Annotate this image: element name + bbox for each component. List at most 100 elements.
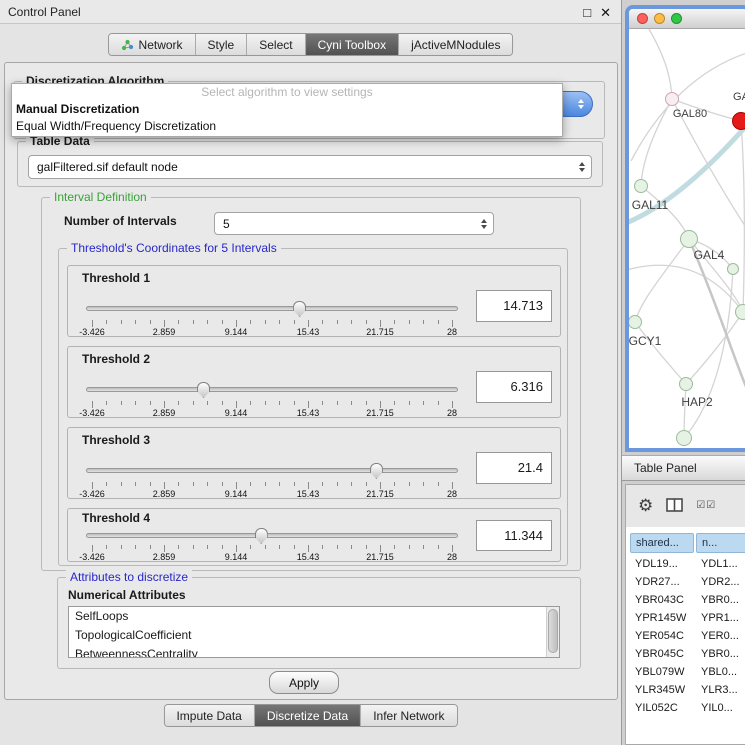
table-data-select[interactable]: galFiltered.sif default node (28, 155, 592, 179)
scale-label: 15.43 (297, 327, 320, 337)
slider-thumb[interactable] (370, 463, 383, 479)
table-row[interactable]: YBR043CYBR0... (626, 591, 745, 609)
tab-impute-data[interactable]: Impute Data (164, 705, 254, 726)
network-node[interactable] (680, 230, 698, 248)
zoom-traffic-light-icon[interactable] (671, 13, 682, 24)
tab-jactivemnodules[interactable]: jActiveMNodules (399, 34, 512, 55)
table-panel-title: Table Panel (634, 461, 697, 475)
network-node[interactable] (634, 179, 648, 193)
tab-network-label: Network (139, 38, 183, 52)
table-row[interactable]: YBR045CYBR0... (626, 645, 745, 663)
table-row[interactable]: YIL052CYIL0... (626, 699, 745, 717)
table-cell: YDR27... (626, 573, 692, 591)
threshold-panel-3: Threshold 3 -3.4262.8599.14415.4321.71528… (67, 427, 561, 499)
slider-scale: -3.4262.8599.14415.4321.71528 (92, 552, 452, 562)
numerical-attributes-header: Numerical Attributes (68, 588, 186, 602)
table-cell: YDR2... (692, 573, 740, 591)
network-window-titlebar[interactable] (629, 9, 745, 29)
attribute-item-betweennesscentrality[interactable]: BetweennessCentrality (69, 645, 559, 658)
column-header-1[interactable]: shared... (630, 533, 694, 553)
select-columns-checkboxes-icon[interactable]: ☑☑ (696, 500, 716, 511)
tab-discretize-data[interactable]: Discretize Data (255, 705, 361, 726)
number-of-intervals-value: 5 (223, 213, 230, 234)
table-row[interactable]: YDL19...YDL1... (626, 555, 745, 573)
thresholds-group-title: Threshold's Coordinates for 5 Intervals (67, 241, 281, 255)
table-row[interactable]: YPR145WYPR1... (626, 609, 745, 627)
network-node[interactable] (732, 112, 745, 130)
network-node[interactable] (735, 304, 745, 320)
slider-thumb[interactable] (255, 528, 268, 544)
list-scrollbar[interactable] (546, 607, 559, 657)
threshold-value-field[interactable]: 21.4 (476, 452, 552, 484)
close-traffic-light-icon[interactable] (637, 13, 648, 24)
table-panel-titlebar[interactable]: Table Panel (622, 455, 745, 481)
scale-label: 2.859 (153, 327, 176, 337)
tab-select-label: Select (259, 38, 292, 52)
scale-label: 15.43 (297, 552, 320, 562)
network-node[interactable] (679, 377, 693, 391)
table-cell: YBR045C (626, 645, 692, 663)
tab-infer-network[interactable]: Infer Network (361, 705, 456, 726)
tab-impute-data-label: Impute Data (176, 709, 241, 723)
tab-cyni-toolbox[interactable]: Cyni Toolbox (306, 34, 399, 55)
float-window-icon[interactable]: □ (583, 6, 591, 19)
numerical-attributes-list[interactable]: SelfLoopsTopologicalCoefficientBetweenne… (68, 606, 560, 658)
minimize-traffic-light-icon[interactable] (654, 13, 665, 24)
threshold-slider-1[interactable] (86, 300, 458, 318)
threshold-value-field[interactable]: 11.344 (476, 520, 552, 551)
control-panel-titlebar[interactable]: Control Panel □ ✕ (0, 0, 621, 24)
network-node[interactable] (665, 92, 679, 106)
threshold-slider-3[interactable] (86, 462, 458, 480)
scale-label: 28 (447, 408, 457, 418)
network-view-window: GAL80GAGAL11GAL4GCY1HAP2 (625, 5, 745, 452)
threshold-slider-4[interactable] (86, 527, 458, 545)
scale-label: 2.859 (153, 408, 176, 418)
table-row[interactable]: YDR27...YDR2... (626, 573, 745, 591)
window-title: Control Panel (8, 5, 81, 19)
scale-label: 21.715 (366, 327, 394, 337)
table-cell: YDL19... (626, 555, 692, 573)
network-canvas[interactable]: GAL80GAGAL11GAL4GCY1HAP2 (629, 29, 745, 448)
threshold-slider-2[interactable] (86, 381, 458, 399)
number-of-intervals-select[interactable]: 5 (214, 212, 494, 235)
network-node[interactable] (676, 430, 692, 446)
tab-select[interactable]: Select (247, 34, 305, 55)
network-node[interactable] (628, 315, 642, 329)
column-header-2[interactable]: n... (696, 533, 745, 553)
slider-scale: -3.4262.8599.14415.4321.71528 (92, 489, 452, 499)
tab-style[interactable]: Style (196, 34, 248, 55)
attribute-item-selfloops[interactable]: SelfLoops (69, 607, 559, 626)
table-row[interactable]: YBL079WYBL0... (626, 663, 745, 681)
network-node[interactable] (727, 263, 739, 275)
close-window-icon[interactable]: ✕ (600, 6, 611, 19)
settings-gear-icon[interactable]: ⚙ (638, 497, 653, 514)
slider-thumb[interactable] (293, 301, 306, 317)
apply-button[interactable]: Apply (269, 671, 339, 694)
slider-ticks (92, 320, 452, 327)
threshold-panel-1: Threshold 1-3.4262.8599.14415.4321.71528… (67, 265, 561, 337)
threshold-value-field[interactable]: 6.316 (476, 371, 552, 403)
threshold-label: Threshold 3 (82, 433, 150, 447)
dropdown-option-equal-width-frequency-discretization[interactable]: Equal Width/Frequency Discretization (12, 118, 562, 135)
scrollbar-thumb[interactable] (548, 609, 558, 653)
table-row[interactable]: YLR345WYLR3... (626, 681, 745, 699)
network-node-label: HAP2 (681, 395, 712, 409)
number-of-intervals-label: Number of Intervals (64, 214, 177, 228)
table-row[interactable]: YER054CYER0... (626, 627, 745, 645)
network-node-label: GAL80 (673, 108, 707, 120)
table-cell: YPR145W (626, 609, 692, 627)
table-data-value: galFiltered.sif default node (37, 156, 178, 178)
scale-label: 28 (447, 327, 457, 337)
tab-jactivemnodules-label: jActiveMNodules (411, 38, 500, 52)
slider-thumb[interactable] (197, 382, 210, 398)
table-columns-icon[interactable] (666, 498, 683, 512)
attribute-item-topologicalcoefficient[interactable]: TopologicalCoefficient (69, 626, 559, 645)
network-icon (121, 39, 134, 51)
scale-label: 9.144 (225, 327, 248, 337)
scale-label: 15.43 (297, 408, 320, 418)
dropdown-option-manual-discretization[interactable]: Manual Discretization (12, 101, 562, 118)
scale-label: 2.859 (153, 489, 176, 499)
table-toolbar: ⚙ ☑☑ (626, 485, 745, 525)
threshold-value-field[interactable]: 14.713 (476, 290, 552, 322)
tab-network[interactable]: Network (109, 34, 196, 55)
